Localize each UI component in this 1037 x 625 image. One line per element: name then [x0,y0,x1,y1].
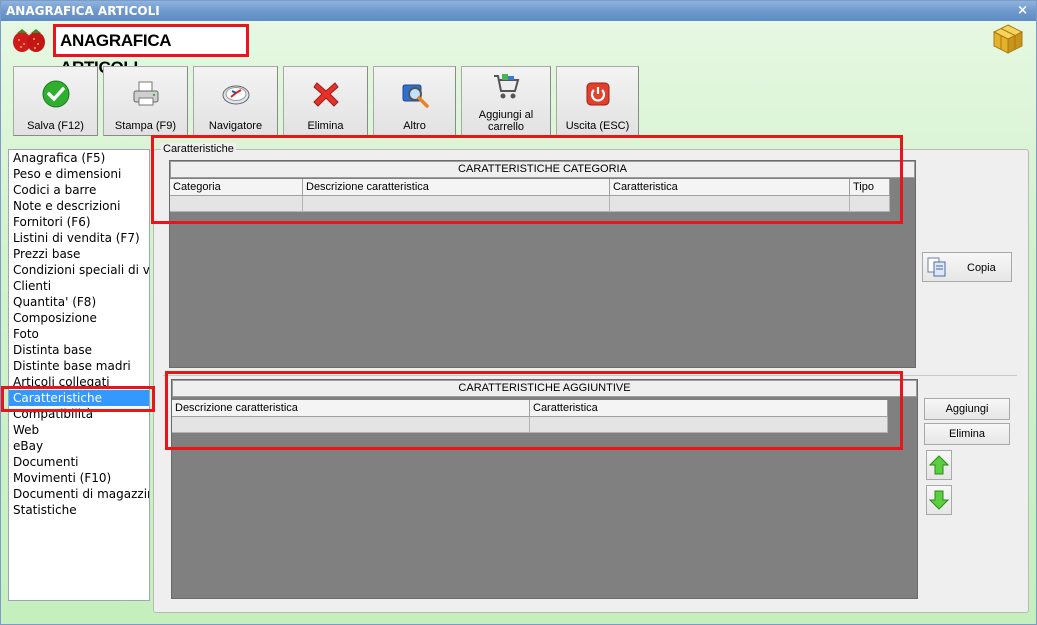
header-row: ANAGRAFICA ARTICOLI [1,21,1036,77]
table-cell[interactable] [610,196,850,212]
column-header-characteristic[interactable]: Caratteristica [530,400,888,416]
column-header-type[interactable]: Tipo [850,179,890,195]
arrow-up-icon [929,455,949,475]
table-row[interactable] [170,196,890,212]
sidebar-item[interactable]: Listini di vendita (F7) [9,230,149,246]
boxes-icon [992,24,1024,54]
page-title: ANAGRAFICA ARTICOLI [53,24,249,77]
table-cell[interactable] [530,417,888,433]
close-icon[interactable]: × [1017,1,1028,21]
title-bar: ANAGRAFICA ARTICOLI × [1,1,1036,21]
cart-icon [494,74,520,99]
sidebar-item[interactable]: Composizione [9,310,149,326]
navigator-button[interactable]: Navigatore [193,66,278,136]
move-up-button[interactable] [926,450,952,480]
sidebar-item[interactable]: Note e descrizioni [9,198,149,214]
sidebar-item[interactable]: Documenti [9,454,149,470]
sidebar-item[interactable]: Peso e dimensioni [9,166,149,182]
main-window: ANAGRAFICA ARTICOLI × ANAGRAFICA ARTICOL… [0,0,1037,625]
table-cell[interactable] [172,417,530,433]
sidebar-item[interactable]: Web [9,422,149,438]
check-icon [42,80,69,108]
sidebar-item[interactable]: Condizioni speciali di ve [9,262,149,278]
arrow-down-icon [929,490,949,510]
sidebar-item[interactable]: Distinta base [9,342,149,358]
sidebar-item[interactable]: eBay [9,438,149,454]
section-list[interactable]: Anagrafica (F5) Peso e dimensioni Codici a… [8,149,150,601]
column-header-category[interactable]: Categoria [170,179,303,195]
copy-button-label: Copia [967,262,996,274]
sidebar-item[interactable]: Movimenti (F10) [9,470,149,486]
exit-button[interactable]: Uscita (ESC) [556,66,639,136]
toolbar: Salva (F12) Stampa (F9) Navigatore Elimi… [13,66,653,136]
additional-characteristics-grid: CARATTERISTICHE AGGIUNTIVE Descrizione c… [171,379,918,599]
panel-caption: Caratteristiche [161,143,236,155]
copy-button[interactable]: Copia [922,252,1012,282]
power-icon [586,82,609,106]
category-grid-header: Categoria Descrizione caratteristica Car… [170,179,890,196]
table-cell[interactable] [303,196,610,212]
compass-icon [222,85,249,105]
category-grid-title: CARATTERISTICHE CATEGORIA [170,161,915,178]
print-button[interactable]: Stampa (F9) [103,66,188,136]
other-button[interactable]: Altro [373,66,456,136]
delete-characteristic-button[interactable]: Elimina [924,423,1010,445]
sidebar-item[interactable]: Caratteristiche [9,390,149,406]
sidebar-item[interactable]: Foto [9,326,149,342]
sidebar-item[interactable]: Clienti [9,278,149,294]
move-down-button[interactable] [926,485,952,515]
magnifier-icon [402,84,429,108]
sidebar-item[interactable]: Codici a barre [9,182,149,198]
table-row[interactable] [172,417,888,433]
column-header-description[interactable]: Descrizione caratteristica [303,179,610,195]
column-header-characteristic[interactable]: Caratteristica [610,179,850,195]
additional-grid-title: CARATTERISTICHE AGGIUNTIVE [172,380,917,397]
sidebar-item[interactable]: Prezzi base [9,246,149,262]
category-characteristics-grid: CARATTERISTICHE CATEGORIA Categoria Desc… [169,160,916,368]
sidebar-item[interactable]: Quantita' (F8) [9,294,149,310]
additional-grid-header: Descrizione caratteristica Caratteristic… [172,400,888,417]
column-header-description[interactable]: Descrizione caratteristica [172,400,530,416]
sidebar-item[interactable]: Distinte base madri [9,358,149,374]
sidebar-item[interactable]: Fornitori (F6) [9,214,149,230]
copy-icon [927,257,946,277]
window-title: ANAGRAFICA ARTICOLI [6,4,160,18]
sidebar-item[interactable]: Documenti di magazzino [9,486,149,502]
save-button[interactable]: Salva (F12) [13,66,98,136]
sidebar-item[interactable]: Articoli collegati [9,374,149,390]
add-to-cart-button[interactable]: Aggiungi al carrello [461,66,551,136]
sidebar-item[interactable]: Statistiche [9,502,149,518]
add-button[interactable]: Aggiungi [924,398,1010,420]
sidebar-item[interactable]: Compatibilità [9,406,149,422]
strawberry-logo-icon [13,29,45,52]
printer-icon [133,81,158,106]
table-cell[interactable] [850,196,890,212]
table-cell[interactable] [170,196,303,212]
red-x-icon [312,82,339,107]
sidebar-item[interactable]: Anagrafica (F5) [9,150,149,166]
delete-button[interactable]: Elimina [283,66,368,136]
